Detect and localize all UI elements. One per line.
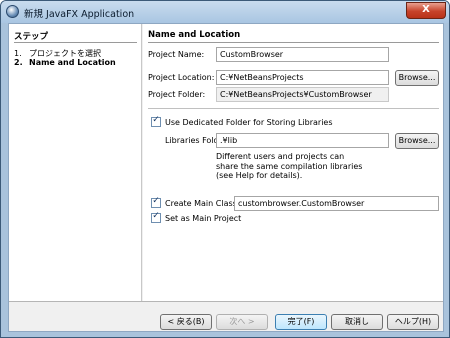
cancel-button[interactable]: 取消し [331, 314, 383, 330]
browse-location-button[interactable]: Browse... [395, 70, 439, 86]
checkmark-icon: ✓ [152, 211, 160, 221]
panel-title: Name and Location [148, 30, 241, 40]
footer-divider [9, 301, 443, 302]
set-main-project-label[interactable]: Set as Main Project [165, 214, 241, 223]
netbeans-app-icon [6, 5, 19, 18]
browse-libraries-button[interactable]: Browse... [395, 133, 439, 149]
window-title: 新規 JavaFX Application [24, 9, 135, 20]
steps-divider [14, 42, 137, 43]
dedicated-folder-label[interactable]: Use Dedicated Folder for Storing Librari… [165, 118, 333, 127]
project-name-label: Project Name: [148, 50, 205, 59]
close-icon: X [422, 4, 430, 15]
create-main-class-checkbox[interactable]: ✓ [151, 196, 161, 208]
section-divider [148, 108, 439, 109]
panel-divider [148, 42, 439, 43]
main-class-input[interactable]: custombrowser.CustomBrowser [234, 196, 439, 211]
steps-pane: ステップ 1. プロジェクトを選択 2. Name and Location [9, 24, 142, 301]
step-number: 1. [14, 49, 22, 58]
step-label: Name and Location [29, 58, 116, 67]
project-location-label: Project Location: [148, 73, 215, 82]
checkmark-icon: ✓ [152, 115, 160, 125]
project-name-input[interactable]: CustomBrowser [216, 47, 389, 62]
title-bar[interactable]: 新規 JavaFX Application X [1, 1, 449, 23]
finish-button[interactable]: 完了(F) [275, 314, 327, 330]
close-button[interactable]: X [406, 2, 446, 19]
step-label: プロジェクトを選択 [29, 49, 101, 58]
help-button[interactable]: ヘルプ(H) [387, 314, 439, 330]
step-number: 2. [14, 58, 23, 67]
dedicated-folder-checkbox[interactable]: ✓ [151, 115, 161, 127]
steps-title: ステップ [14, 32, 49, 42]
name-location-panel: Name and Location Project Name: CustomBr… [143, 24, 443, 301]
wizard-body: ステップ 1. プロジェクトを選択 2. Name and Location Nam… [8, 23, 444, 332]
next-button[interactable]: 次へ > [216, 314, 268, 330]
step-item-2: 2. Name and Location [14, 58, 116, 67]
checkmark-icon: ✓ [152, 196, 160, 206]
libraries-note: Different users and projects can share t… [216, 152, 363, 180]
project-location-input[interactable]: C:¥NetBeansProjects [216, 70, 389, 85]
wizard-window: 新規 JavaFX Application X ステップ 1. プロジェクトを選択… [0, 0, 450, 338]
project-folder-label: Project Folder: [148, 90, 206, 99]
back-button[interactable]: < 戻る(B) [160, 314, 212, 330]
libraries-folder-input[interactable]: .¥lib [216, 133, 389, 148]
set-main-project-checkbox[interactable]: ✓ [151, 211, 161, 223]
create-main-class-label[interactable]: Create Main Class [165, 199, 237, 208]
project-folder-field: C:¥NetBeansProjects¥CustomBrowser [216, 87, 389, 102]
